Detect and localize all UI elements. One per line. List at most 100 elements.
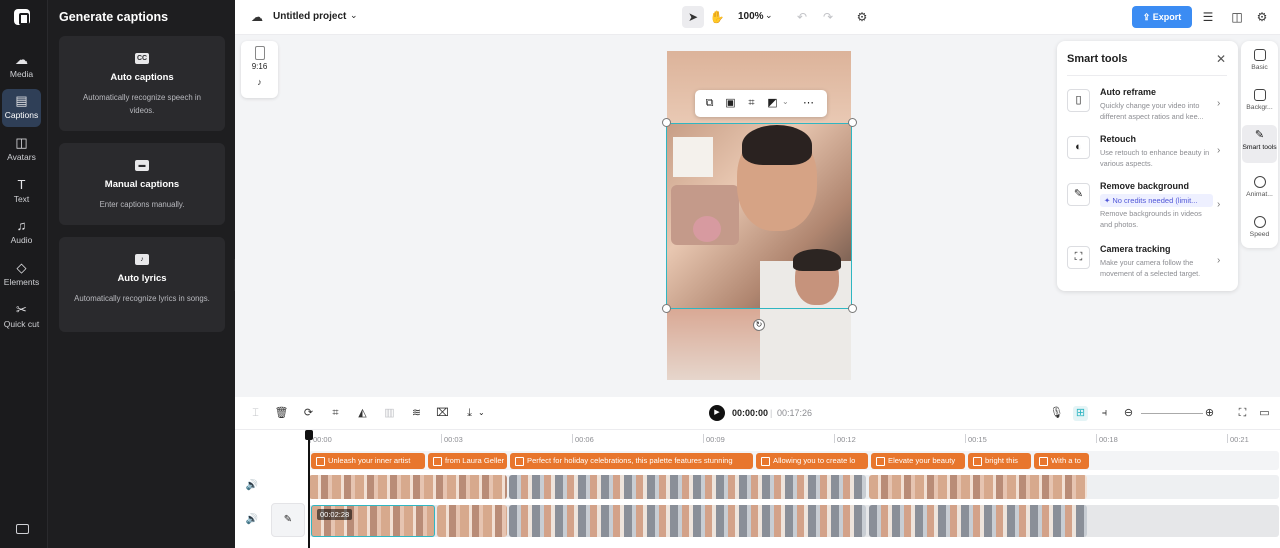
rail-item-quick-cut[interactable]: ✂ Quick cut <box>2 298 41 342</box>
play-button[interactable]: ▶ <box>709 405 725 421</box>
volume-icon[interactable]: 🔊 <box>245 514 259 528</box>
zoom-level[interactable]: 100% <box>738 11 764 22</box>
auto-captions-card[interactable]: CC Auto captions Automatically recognize… <box>59 36 225 131</box>
select-tool-icon[interactable]: ➤ <box>682 6 704 28</box>
rail-item-captions[interactable]: ▤ Captions <box>2 89 41 127</box>
cc-icon: CC <box>135 53 149 64</box>
rail-item-elements[interactable]: ◇ Elements <box>2 256 41 294</box>
video-clip[interactable] <box>309 475 507 499</box>
video-clip[interactable] <box>437 505 507 537</box>
replace-icon[interactable]: ⧉ <box>702 96 717 111</box>
rrail-item-speed[interactable]: Speed <box>1242 216 1277 238</box>
mask-icon[interactable]: ◩ <box>765 96 780 111</box>
resize-handle[interactable] <box>662 118 671 127</box>
rail-item-avatars[interactable]: ◫ Avatars <box>2 131 41 169</box>
crop-icon[interactable]: ⌗ <box>744 96 759 111</box>
layers-icon[interactable]: ☰ <box>1197 6 1219 28</box>
caption-clip[interactable]: Allowing you to create lo <box>756 453 868 469</box>
zoom-out-icon[interactable]: ⊖ <box>1121 406 1136 421</box>
download-chevron-icon[interactable]: ⌄ <box>478 408 485 417</box>
gear-icon[interactable]: ⚙ <box>1251 6 1273 28</box>
redo-icon[interactable]: ↷ <box>817 6 839 28</box>
top-bar: ☁ Untitled project ⌄ ➤ ✋ 100% ⌄ ↶ ↷ ⚙ ⇪ … <box>235 0 1280 35</box>
more-icon[interactable]: ⋯ <box>801 96 816 111</box>
crop-icon[interactable]: ⌗ <box>328 406 343 421</box>
close-icon[interactable]: ✕ <box>1216 52 1226 66</box>
animation-icon <box>1253 176 1266 188</box>
time-separator: | <box>770 408 773 418</box>
caption-clip[interactable]: With a to <box>1034 453 1089 469</box>
rail-item-text[interactable]: T Text <box>2 173 41 211</box>
rrail-item-basic[interactable]: Basic <box>1242 49 1277 71</box>
video-clip[interactable] <box>509 505 866 537</box>
caption-clip[interactable]: Perfect for holiday celebrations, this p… <box>510 453 753 469</box>
trim-icon[interactable]: ⌧ <box>435 406 450 421</box>
resize-handle[interactable] <box>662 304 671 313</box>
mask-chevron-icon[interactable]: ⌄ <box>782 97 789 106</box>
hand-tool-icon[interactable]: ✋ <box>706 6 728 28</box>
video-clip[interactable] <box>509 475 866 499</box>
rrail-item-animation[interactable]: Animat... <box>1242 176 1277 198</box>
microphone-icon[interactable]: 🎙 <box>1049 406 1064 421</box>
download-icon[interactable]: ⤓ <box>462 406 477 421</box>
fullscreen-icon[interactable]: ⛶ <box>1235 406 1250 421</box>
freeze-icon[interactable]: ▥ <box>382 406 397 421</box>
magnet-icon[interactable]: ⊞ <box>1073 406 1088 421</box>
split-view-icon[interactable]: ⫞ <box>1097 406 1112 421</box>
project-name[interactable]: Untitled project <box>273 11 346 22</box>
settings-icon[interactable]: ⚙ <box>851 6 873 28</box>
chevron-right-icon: › <box>1217 199 1221 210</box>
tool-auto-reframe[interactable]: ▯ Auto reframe Quickly change your video… <box>1067 87 1233 127</box>
app-logo[interactable] <box>14 9 30 25</box>
loop-icon[interactable]: ⟳ <box>301 406 316 421</box>
auto-lyrics-card[interactable]: ♪ Auto lyrics Automatically recognize ly… <box>59 237 225 332</box>
rail-item-media[interactable]: ☁ Media <box>2 48 41 86</box>
rrail-item-smart-tools[interactable]: ✎ Smart tools <box>1242 125 1277 163</box>
manual-captions-icon: ▬ <box>135 160 149 171</box>
rotate-icon[interactable]: ↻ <box>753 319 765 331</box>
flip-icon[interactable]: ◭ <box>355 406 370 421</box>
caption-clip[interactable]: Unleash your inner artist <box>311 453 425 469</box>
left-rail: ☁ Media ▤ Captions ◫ Avatars T Text ♫ Audio ◇… <box>0 0 47 548</box>
tool-remove-background[interactable]: ✎ Remove background ✦ No credits needed … <box>1067 181 1233 236</box>
rail-item-audio[interactable]: ♫ Audio <box>2 214 41 252</box>
tool-camera-tracking[interactable]: ⛶ Camera tracking Make your camera follo… <box>1067 244 1233 284</box>
caption-clip[interactable]: from Laura Geller <box>428 453 507 469</box>
split-icon[interactable]: ⌶ <box>248 406 263 421</box>
manual-captions-card[interactable]: ▬ Manual captions Enter captions manuall… <box>59 143 225 225</box>
time-ruler[interactable]: 00:00 00:03 00:06 00:09 00:12 00:15 00:1… <box>310 430 1280 447</box>
cloud-save-icon[interactable]: ☁ <box>246 6 268 28</box>
edit-cover-button[interactable]: ✎ <box>271 503 305 537</box>
chevron-right-icon: › <box>1217 98 1221 109</box>
resize-handle[interactable] <box>848 304 857 313</box>
chevron-right-icon: › <box>1217 255 1221 266</box>
volume-icon[interactable]: 🔊 <box>245 480 259 494</box>
caption-clip[interactable]: Elevate your beauty <box>871 453 965 469</box>
chevron-down-icon[interactable]: ⌄ <box>350 10 358 21</box>
text-icon: T <box>17 177 26 192</box>
ratio-card[interactable]: 9:16 ♪ <box>241 41 278 98</box>
export-button[interactable]: ⇪ Export <box>1132 6 1192 28</box>
video-clip[interactable] <box>869 475 1087 499</box>
keyboard-icon[interactable] <box>16 524 29 534</box>
video-clip[interactable] <box>869 505 1087 537</box>
zoom-chevron-icon[interactable]: ⌄ <box>765 10 773 21</box>
zoom-in-icon[interactable]: ⊕ <box>1202 406 1217 421</box>
video-clip[interactable]: 00:02:28 <box>311 505 435 537</box>
panel-toggle-icon[interactable]: ◫ <box>1226 6 1248 28</box>
rrail-item-background[interactable]: Backgr... <box>1242 89 1277 111</box>
zoom-slider[interactable] <box>1141 413 1203 414</box>
text-edit-icon[interactable]: ≋ <box>409 406 424 421</box>
preview-icon[interactable]: ▭ <box>1257 406 1272 421</box>
delete-icon[interactable]: 🗑 <box>274 406 289 421</box>
tool-retouch[interactable]: ◐ Retouch Use retouch to enhance beauty … <box>1067 134 1233 174</box>
playhead[interactable] <box>308 430 310 548</box>
selection-box[interactable] <box>666 123 852 309</box>
resize-handle[interactable] <box>848 118 857 127</box>
caption-clip[interactable]: bright this <box>968 453 1031 469</box>
playhead-handle[interactable] <box>305 430 313 440</box>
undo-icon[interactable]: ↶ <box>791 6 813 28</box>
reframe-icon: ▯ <box>1067 89 1090 112</box>
fit-icon[interactable]: ▣ <box>723 96 738 111</box>
timeline-toolbar: ⌶ 🗑 ⟳ ⌗ ◭ ▥ ≋ ⌧ ⤓ ⌄ ▶ 00:00:00 | 00:17:2… <box>235 397 1280 430</box>
